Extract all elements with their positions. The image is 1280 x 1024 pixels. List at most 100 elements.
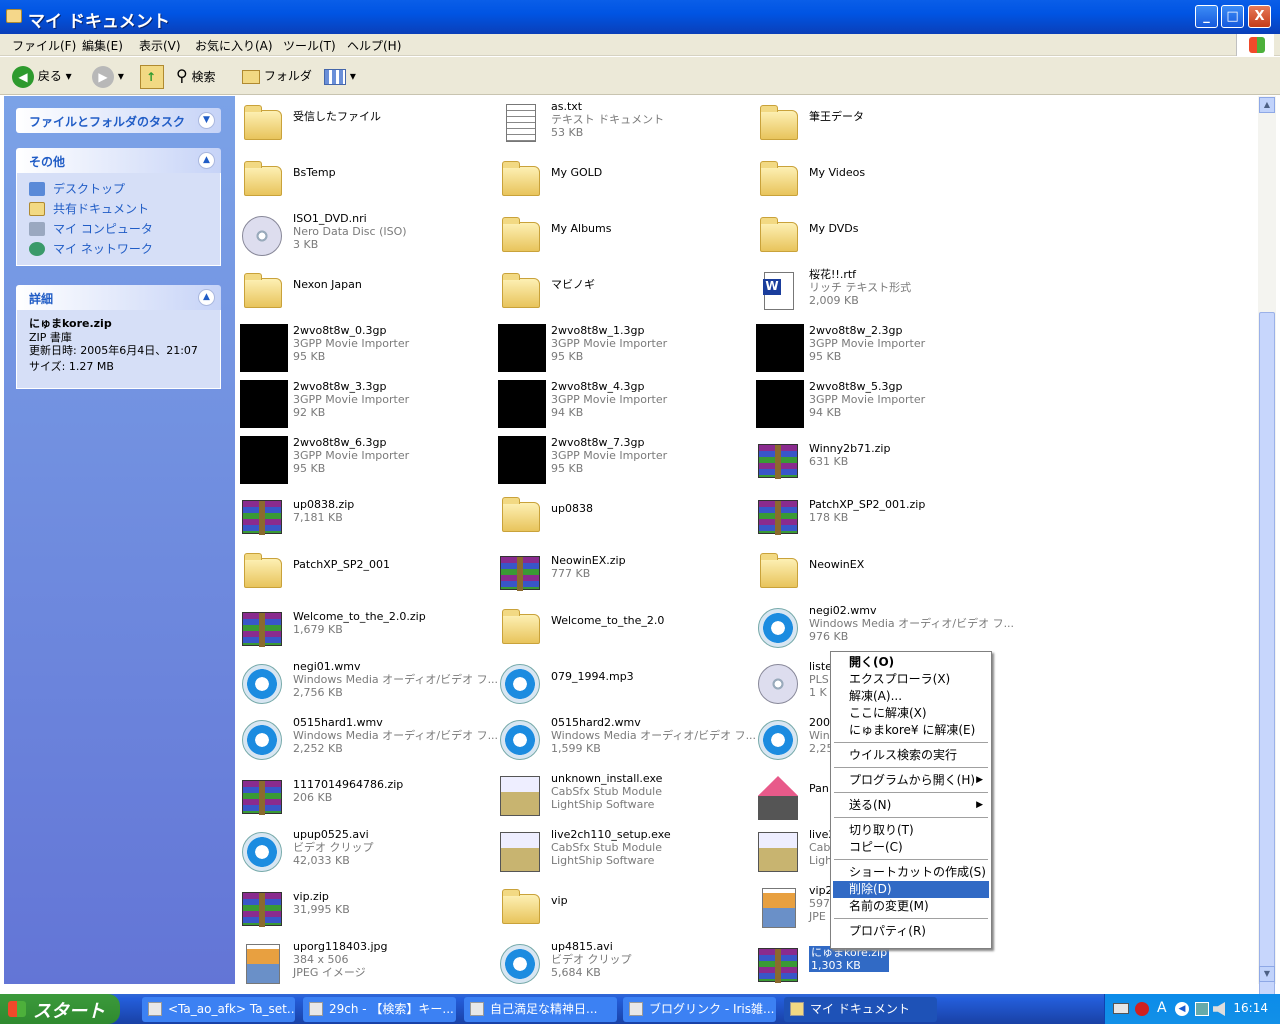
file-item[interactable]: NeowinEX: [752, 544, 1008, 598]
context-menu-item[interactable]: にゅまkore¥ に解凍(E): [833, 722, 989, 739]
file-item[interactable]: upup0525.avi ビデオ クリップ 42,033 KB: [236, 824, 492, 878]
back-button[interactable]: ◀ 戻る ▾: [12, 65, 72, 88]
file-item[interactable]: Nexon Japan: [236, 264, 492, 318]
context-menu-item[interactable]: コピー(C): [833, 839, 989, 856]
context-menu-item[interactable]: 切り取り(T): [833, 822, 989, 839]
security-icon[interactable]: [1135, 1002, 1149, 1016]
maximize-button[interactable]: □: [1221, 5, 1244, 28]
title-bar[interactable]: マイ ドキュメント _ □ X: [0, 0, 1280, 34]
menu-edit[interactable]: 編集(E): [82, 37, 123, 54]
context-menu-item[interactable]: 開く(O): [833, 654, 989, 671]
taskbar-button-4[interactable]: マイ ドキュメント: [784, 997, 937, 1022]
tasks-header[interactable]: ファイルとフォルダのタスク ▼: [16, 108, 221, 133]
details-header[interactable]: 詳細 ▲: [16, 285, 221, 310]
file-item[interactable]: 筆王データ: [752, 96, 1008, 150]
link-shared-documents[interactable]: 共有ドキュメント: [29, 199, 208, 219]
context-menu-item[interactable]: エクスプローラ(X): [833, 671, 989, 688]
file-item[interactable]: uporg118403.jpg 384 x 506 JPEG イメージ: [236, 936, 492, 984]
file-item[interactable]: マビノギ: [494, 264, 750, 318]
file-item[interactable]: My Videos: [752, 152, 1008, 206]
file-item[interactable]: My Albums: [494, 208, 750, 262]
taskbar-button-1[interactable]: 29ch - 【検索】キー...: [303, 997, 456, 1022]
file-item[interactable]: up4815.avi ビデオ クリップ 5,684 KB: [494, 936, 750, 984]
up-folder-button[interactable]: ↑: [140, 65, 164, 89]
other-header[interactable]: その他 ▲: [16, 148, 221, 173]
file-item[interactable]: 2wvo8t8w_6.3gp 3GPP Movie Importer 95 KB: [236, 432, 492, 486]
file-item[interactable]: up0838: [494, 488, 750, 542]
file-item[interactable]: My DVDs: [752, 208, 1008, 262]
start-button[interactable]: スタート: [0, 994, 120, 1024]
file-item[interactable]: 1117014964786.zip 206 KB: [236, 768, 492, 822]
menu-help[interactable]: ヘルプ(H): [347, 37, 401, 54]
context-menu-item[interactable]: 削除(D): [833, 881, 989, 898]
taskbar-button-0[interactable]: <Ta_ao_afk> Ta_set...: [142, 997, 295, 1022]
file-item[interactable]: vip: [494, 880, 750, 934]
file-item[interactable]: Welcome_to_the_2.0.zip 1,679 KB: [236, 600, 492, 654]
minimize-button[interactable]: _: [1195, 5, 1218, 28]
scroll-down-arrow-icon[interactable]: ▼: [1259, 966, 1275, 982]
vertical-scrollbar[interactable]: ▲ ▼: [1258, 96, 1276, 1020]
chevron-down-icon[interactable]: ▼: [198, 112, 215, 129]
file-item[interactable]: 0515hard1.wmv Windows Media オーディオ/ビデオ フ..…: [236, 712, 498, 766]
file-item[interactable]: 2wvo8t8w_0.3gp 3GPP Movie Importer 95 KB: [236, 320, 492, 374]
file-item[interactable]: My GOLD: [494, 152, 750, 206]
file-item[interactable]: W 桜花!!.rtf リッチ テキスト形式 2,009 KB: [752, 264, 1008, 318]
context-menu-item[interactable]: プロパティ(R): [833, 923, 989, 940]
close-button[interactable]: X: [1248, 5, 1271, 28]
tray-expand-icon[interactable]: ◀: [1175, 1002, 1189, 1016]
scroll-up-arrow-icon[interactable]: ▲: [1259, 97, 1275, 113]
context-menu-item[interactable]: ここに解凍(X): [833, 705, 989, 722]
link-desktop[interactable]: デスクトップ: [29, 179, 208, 199]
volume-icon[interactable]: [1213, 1002, 1225, 1016]
file-item[interactable]: live2ch110_setup.exe CabSfx Stub Module Li…: [494, 824, 750, 878]
context-menu-item[interactable]: 送る(N) ▶: [833, 797, 989, 814]
file-item[interactable]: ISO1_DVD.nri Nero Data Disc (ISO) 3 KB: [236, 208, 492, 262]
context-menu-item[interactable]: ウイルス検索の実行: [833, 747, 989, 764]
link-my-computer[interactable]: マイ コンピュータ: [29, 219, 208, 239]
network-icon[interactable]: [1195, 1002, 1209, 1016]
menu-tools[interactable]: ツール(T): [283, 37, 336, 54]
menu-file[interactable]: ファイル(F): [12, 37, 76, 54]
file-item[interactable]: 受信したファイル: [236, 96, 492, 150]
context-menu-item[interactable]: ショートカットの作成(S): [833, 864, 989, 881]
file-item[interactable]: vip.zip 31,995 KB: [236, 880, 492, 934]
scroll-thumb[interactable]: [1259, 312, 1275, 1020]
menu-favorites[interactable]: お気に入り(A): [195, 37, 273, 54]
file-item[interactable]: negi02.wmv Windows Media オーディオ/ビデオ フ... 97…: [752, 600, 1014, 654]
views-button[interactable]: ▾: [324, 65, 356, 87]
file-item[interactable]: up0838.zip 7,181 KB: [236, 488, 492, 542]
taskbar-button-3[interactable]: ブログリンク - Iris雑...: [623, 997, 776, 1022]
ime-icon[interactable]: A: [1157, 1000, 1167, 1016]
file-list[interactable]: 受信したファイル as.txt テキスト ドキュメント 53 KB 筆王データ BsTem…: [236, 96, 1258, 984]
file-item[interactable]: negi01.wmv Windows Media オーディオ/ビデオ フ... 2,…: [236, 656, 498, 710]
file-name: Pan: [809, 782, 829, 795]
link-my-network[interactable]: マイ ネットワーク: [29, 239, 208, 259]
file-item[interactable]: Welcome_to_the_2.0: [494, 600, 750, 654]
context-menu-item[interactable]: 解凍(A)...: [833, 688, 989, 705]
file-item[interactable]: 2wvo8t8w_3.3gp 3GPP Movie Importer 92 KB: [236, 376, 492, 430]
file-item[interactable]: Winny2b71.zip 631 KB: [752, 432, 1008, 486]
context-menu-item[interactable]: プログラムから開く(H) ▶: [833, 772, 989, 789]
chevron-up-icon[interactable]: ▲: [198, 289, 215, 306]
context-menu-item[interactable]: 名前の変更(M): [833, 898, 989, 915]
file-item[interactable]: unknown_install.exe CabSfx Stub Module Lig…: [494, 768, 750, 822]
file-item[interactable]: 2wvo8t8w_7.3gp 3GPP Movie Importer 95 KB: [494, 432, 750, 486]
search-button[interactable]: ⚲ 検索: [176, 65, 216, 87]
file-item[interactable]: PatchXP_SP2_001.zip 178 KB: [752, 488, 1008, 542]
file-item[interactable]: 2wvo8t8w_5.3gp 3GPP Movie Importer 94 KB: [752, 376, 1008, 430]
keyboard-icon[interactable]: [1113, 1003, 1129, 1014]
file-item[interactable]: 2wvo8t8w_1.3gp 3GPP Movie Importer 95 KB: [494, 320, 750, 374]
folders-button[interactable]: フォルダ: [242, 65, 312, 87]
file-item[interactable]: 2wvo8t8w_2.3gp 3GPP Movie Importer 95 KB: [752, 320, 1008, 374]
taskbar-button-2[interactable]: 自己満足な精神日...: [464, 997, 617, 1022]
forward-button[interactable]: ▶ ▾: [92, 65, 124, 88]
file-item[interactable]: 0515hard2.wmv Windows Media オーディオ/ビデオ フ..…: [494, 712, 756, 766]
file-item[interactable]: BsTemp: [236, 152, 492, 206]
file-item[interactable]: 2wvo8t8w_4.3gp 3GPP Movie Importer 94 KB: [494, 376, 750, 430]
file-item[interactable]: PatchXP_SP2_001: [236, 544, 492, 598]
file-item[interactable]: 079_1994.mp3: [494, 656, 750, 710]
file-item[interactable]: NeowinEX.zip 777 KB: [494, 544, 750, 598]
file-item[interactable]: as.txt テキスト ドキュメント 53 KB: [494, 96, 750, 150]
menu-view[interactable]: 表示(V): [139, 37, 181, 54]
chevron-up-icon[interactable]: ▲: [198, 152, 215, 169]
